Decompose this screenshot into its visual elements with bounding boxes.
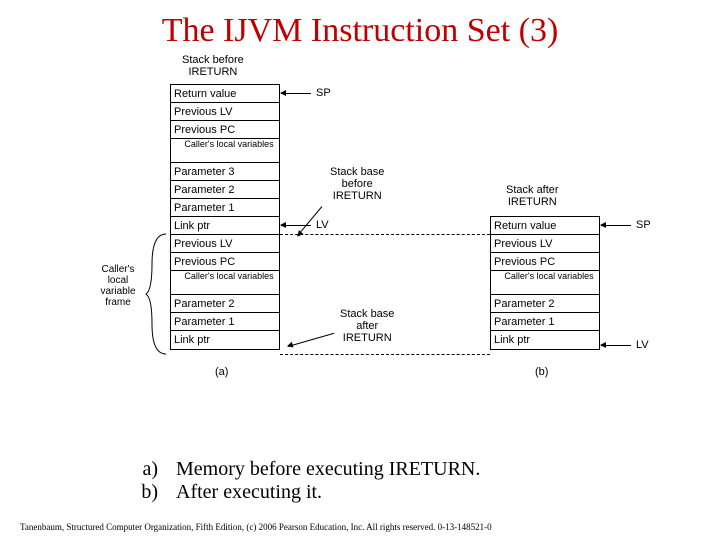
label-callers-frame: Caller's local variable frame — [92, 264, 144, 308]
cell: Link ptr — [171, 331, 279, 349]
cell: Previous LV — [171, 235, 279, 253]
stack-b: Return value Previous LV Previous PC Cal… — [490, 216, 600, 350]
cell: Parameter 1 — [171, 199, 279, 217]
cell: Parameter 2 — [171, 181, 279, 199]
sublabel-b: (b) — [535, 366, 548, 378]
caption-b-mark: b) — [130, 481, 158, 504]
cell: Previous PC — [491, 253, 599, 271]
sublabel-a: (a) — [215, 366, 228, 378]
label-stack-base-before: Stack base before IRETURN — [330, 166, 384, 202]
arrow-sp-a — [281, 93, 311, 94]
label-stack-base-after: Stack base after IRETURN — [340, 308, 394, 344]
gap-label: Caller's local variables — [175, 139, 283, 149]
label-sp-b: SP — [636, 219, 651, 231]
cell: Parameter 1 — [491, 313, 599, 331]
cell: Previous LV — [171, 103, 279, 121]
cell: Link ptr — [491, 331, 599, 349]
cell: Previous PC — [171, 121, 279, 139]
gap-cell: Caller's local variables — [171, 271, 279, 295]
cell: Parameter 3 — [171, 163, 279, 181]
page-title: The IJVM Instruction Set (3) — [0, 0, 720, 54]
label-stack-before: Stack before IRETURN — [182, 54, 244, 78]
cell: Previous LV — [491, 235, 599, 253]
cell: Parameter 1 — [171, 313, 279, 331]
caption-a-mark: a) — [130, 458, 158, 481]
arrow-lv-b — [601, 345, 631, 346]
brace-callers-frame — [146, 234, 168, 354]
label-lv-upper: LV — [316, 219, 329, 231]
cell: Link ptr — [171, 217, 279, 235]
cell: Return value — [491, 217, 599, 235]
label-lv-b: LV — [636, 339, 649, 351]
cell: Parameter 2 — [491, 295, 599, 313]
cell: Previous PC — [171, 253, 279, 271]
caption-a-text: Memory before executing IRETURN. — [176, 458, 480, 481]
figure: Return value Previous LV Previous PC Cal… — [110, 54, 670, 414]
arrow-sp-b — [601, 225, 631, 226]
dash-bottom — [280, 354, 490, 355]
footer: Tanenbaum, Structured Computer Organizat… — [20, 522, 700, 532]
cell: Parameter 2 — [171, 295, 279, 313]
label-stack-after: Stack after IRETURN — [506, 184, 559, 208]
stack-a: Return value Previous LV Previous PC Cal… — [170, 84, 280, 350]
gap-label: Caller's local variables — [495, 271, 603, 281]
cell: Return value — [171, 85, 279, 103]
label-sp-a: SP — [316, 87, 331, 99]
arrow-stack-base-after — [288, 333, 334, 347]
caption-b-text: After executing it. — [176, 481, 322, 504]
dash-top — [280, 234, 490, 235]
gap-label: Caller's local variables — [175, 271, 283, 281]
gap-cell: Caller's local variables — [171, 139, 279, 163]
caption: a) Memory before executing IRETURN. b) A… — [130, 458, 480, 504]
gap-cell: Caller's local variables — [491, 271, 599, 295]
